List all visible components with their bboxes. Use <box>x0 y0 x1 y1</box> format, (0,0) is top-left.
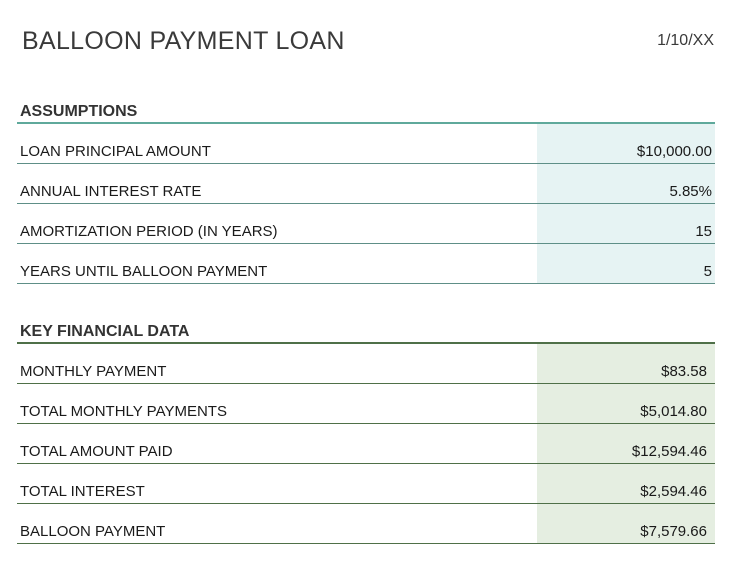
assumptions-section: ASSUMPTIONS LOAN PRINCIPAL AMOUNT $10,00… <box>17 100 715 284</box>
amortization-period-input[interactable]: 15 <box>695 223 715 240</box>
interest-rate-input[interactable]: 5.85% <box>669 183 715 200</box>
total-interest-value[interactable]: $2,594.46 <box>640 483 715 500</box>
row-label: TOTAL AMOUNT PAID <box>20 443 173 460</box>
data-row-total-amount-paid: TOTAL AMOUNT PAID $12,594.46 <box>17 424 715 464</box>
row-label: TOTAL MONTHLY PAYMENTS <box>20 403 227 420</box>
total-monthly-payments-value[interactable]: $5,014.80 <box>640 403 715 420</box>
key-financial-data-heading: KEY FINANCIAL DATA <box>17 320 715 344</box>
key-financial-data-section: KEY FINANCIAL DATA MONTHLY PAYMENT $83.5… <box>17 320 715 544</box>
data-row-total-monthly-payments: TOTAL MONTHLY PAYMENTS $5,014.80 <box>17 384 715 424</box>
assumptions-heading: ASSUMPTIONS <box>17 100 715 124</box>
assumption-row-interest-rate: ANNUAL INTEREST RATE 5.85% <box>17 164 715 204</box>
loan-principal-input[interactable]: $10,000.00 <box>637 143 715 160</box>
row-label: BALLOON PAYMENT <box>20 523 166 540</box>
row-label: AMORTIZATION PERIOD (IN YEARS) <box>20 223 278 240</box>
monthly-payment-value[interactable]: $83.58 <box>661 363 715 380</box>
key-financial-data-table: MONTHLY PAYMENT $83.58 TOTAL MONTHLY PAY… <box>17 344 715 544</box>
row-label: TOTAL INTEREST <box>20 483 145 500</box>
balloon-payment-value[interactable]: $7,579.66 <box>640 523 715 540</box>
assumption-row-amortization-period: AMORTIZATION PERIOD (IN YEARS) 15 <box>17 204 715 244</box>
years-until-balloon-input[interactable]: 5 <box>704 263 715 280</box>
date-cell[interactable]: 1/10/XX <box>657 32 714 50</box>
row-label: ANNUAL INTEREST RATE <box>20 183 202 200</box>
assumption-row-loan-principal: LOAN PRINCIPAL AMOUNT $10,000.00 <box>17 124 715 164</box>
row-label: YEARS UNTIL BALLOON PAYMENT <box>20 263 268 280</box>
data-row-monthly-payment: MONTHLY PAYMENT $83.58 <box>17 344 715 384</box>
data-row-balloon-payment: BALLOON PAYMENT $7,579.66 <box>17 504 715 544</box>
page-title: BALLOON PAYMENT LOAN <box>22 27 345 55</box>
assumptions-table: LOAN PRINCIPAL AMOUNT $10,000.00 ANNUAL … <box>17 124 715 284</box>
row-label: MONTHLY PAYMENT <box>20 363 167 380</box>
row-label: LOAN PRINCIPAL AMOUNT <box>20 143 211 160</box>
data-row-total-interest: TOTAL INTEREST $2,594.46 <box>17 464 715 504</box>
assumption-row-years-until-balloon: YEARS UNTIL BALLOON PAYMENT 5 <box>17 244 715 284</box>
total-amount-paid-value[interactable]: $12,594.46 <box>632 443 715 460</box>
